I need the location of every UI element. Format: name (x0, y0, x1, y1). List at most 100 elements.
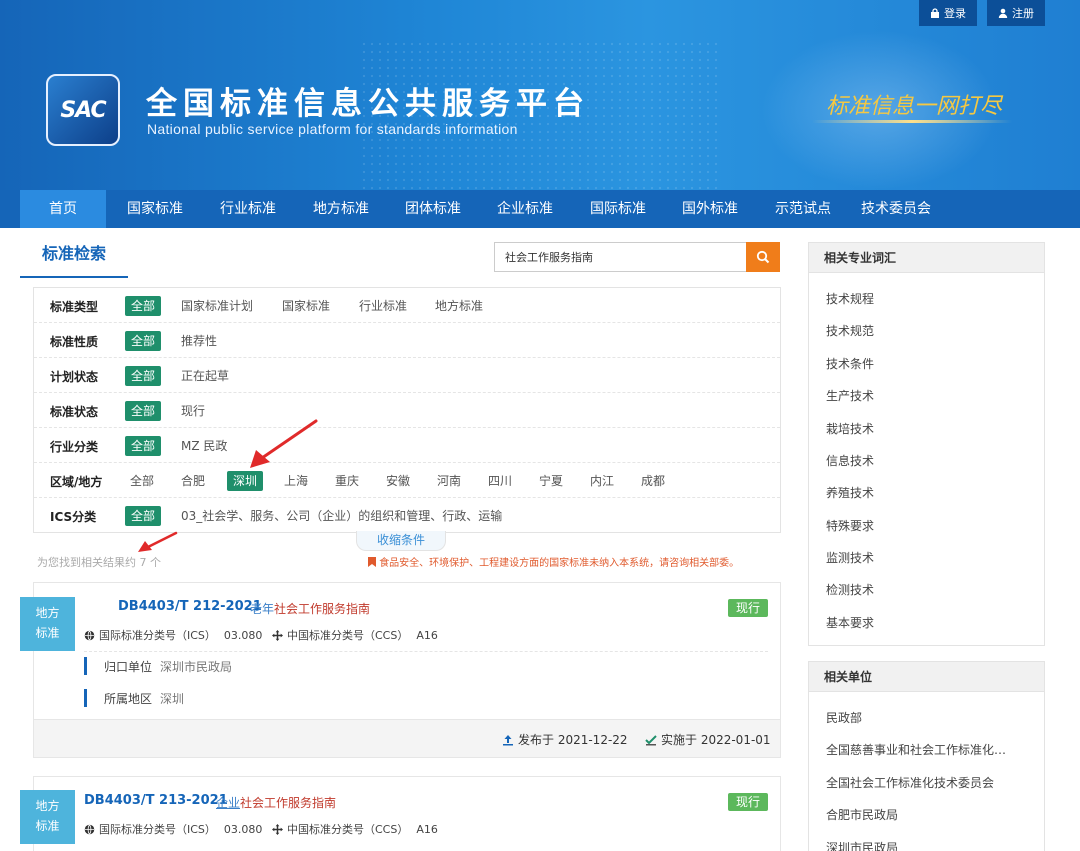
nav-item-international[interactable]: 国际标准 (575, 190, 661, 228)
ccs-classification: 中国标准分类号（CCS） A16 (272, 821, 438, 837)
filter-option[interactable]: 地方标准 (435, 296, 483, 316)
filter-option-selected[interactable]: 全部 (125, 436, 162, 456)
filter-option[interactable]: 安徽 (386, 471, 410, 491)
sac-logo[interactable]: SAC (46, 74, 120, 146)
title-prefix: 企业 (216, 796, 241, 810)
term-item[interactable]: 技术规范 (826, 322, 1026, 339)
filter-option[interactable]: 四川 (488, 471, 512, 491)
slogan-underline (812, 120, 1012, 123)
term-item[interactable]: 信息技术 (826, 452, 1026, 469)
nav-item-pilot[interactable]: 示范试点 (760, 190, 846, 228)
filter-option[interactable]: 正在起草 (181, 366, 229, 386)
standard-number[interactable]: DB4403/T 213-2021 (84, 793, 228, 808)
filter-row-ics: ICS分类 全部 03_社会学、服务、公司（企业）的组织和管理、行政、运输 (34, 498, 780, 533)
filter-row-nature: 标准性质 全部 推荐性 (34, 323, 780, 358)
filter-option[interactable]: 国家标准计划 (181, 296, 253, 316)
filter-option-selected[interactable]: 全部 (125, 506, 162, 526)
local-standard-tag: 地方 标准 (20, 597, 75, 651)
login-button[interactable]: 登录 (919, 0, 977, 26)
collapse-filters-button[interactable]: 收缩条件 (356, 531, 446, 551)
org-item[interactable]: 合肥市民政局 (826, 806, 1026, 823)
nav-item-foreign[interactable]: 国外标准 (667, 190, 753, 228)
org-item[interactable]: 深圳市民政局 (826, 839, 1026, 851)
related-terms-title: 相关专业词汇 (809, 243, 1044, 273)
logo-text: SAC (60, 97, 106, 123)
ccs-value: A16 (416, 822, 438, 836)
term-item[interactable]: 特殊要求 (826, 517, 1026, 534)
divider (84, 651, 768, 652)
filter-row-plan-status: 计划状态 全部 正在起草 (34, 358, 780, 393)
term-item[interactable]: 检测技术 (826, 581, 1026, 598)
filter-option-selected[interactable]: 全部 (125, 331, 162, 351)
filter-option[interactable]: 成都 (641, 471, 665, 491)
region-value: 深圳 (160, 692, 185, 706)
filter-row-industry: 行业分类 全部 MZ 民政 (34, 428, 780, 463)
search-icon (756, 250, 770, 264)
filter-option[interactable]: 合肥 (181, 471, 205, 491)
term-item[interactable]: 技术条件 (826, 355, 1026, 372)
tab-standard-search[interactable]: 标准检索 (20, 240, 128, 278)
filter-option-selected[interactable]: 深圳 (227, 471, 264, 491)
term-item[interactable]: 生产技术 (826, 387, 1026, 404)
org-item[interactable]: 民政部 (826, 709, 1026, 726)
register-button[interactable]: 注册 (987, 0, 1045, 26)
filter-option[interactable]: MZ 民政 (181, 436, 227, 456)
filter-option-selected[interactable]: 全部 (125, 296, 162, 316)
site-subtitle: National public service platform for sta… (147, 121, 518, 137)
check-icon (645, 734, 657, 745)
nav-item-committee[interactable]: 技术委员会 (852, 190, 940, 228)
search-button[interactable] (746, 242, 780, 272)
filter-option-selected[interactable]: 全部 (125, 366, 162, 386)
related-orgs-title: 相关单位 (809, 662, 1044, 692)
filter-option[interactable]: 全部 (130, 471, 154, 491)
status-badge: 现行 (728, 793, 768, 811)
org-item[interactable]: 全国慈善事业和社会工作标准化… (826, 741, 1026, 758)
term-item[interactable]: 监测技术 (826, 549, 1026, 566)
filter-option[interactable]: 重庆 (335, 471, 359, 491)
nav-item-industry[interactable]: 行业标准 (205, 190, 291, 228)
filter-option[interactable]: 宁夏 (539, 471, 563, 491)
filter-option[interactable]: 03_社会学、服务、公司（企业）的组织和管理、行政、运输 (181, 506, 502, 526)
filter-option[interactable]: 行业标准 (359, 296, 407, 316)
header-banner: SAC 全国标准信息公共服务平台 National public service… (0, 0, 1080, 190)
nav-item-local[interactable]: 地方标准 (298, 190, 384, 228)
filter-option[interactable]: 内江 (590, 471, 614, 491)
tag-line: 地方 (35, 606, 60, 620)
filter-label: 区域/地方 (50, 475, 103, 489)
status-badge: 现行 (728, 599, 768, 617)
filter-option[interactable]: 国家标准 (282, 296, 330, 316)
local-standard-tag: 地方 标准 (20, 790, 75, 844)
filter-option[interactable]: 河南 (437, 471, 461, 491)
notice-text: 食品安全、环境保护、工程建设方面的国家标准未纳入本系统，请咨询相关部委。 (379, 558, 740, 569)
tag-line: 标准 (35, 819, 60, 833)
standard-title[interactable]: 老年社会工作服务指南 (250, 600, 370, 617)
standard-number[interactable]: DB4403/T 212-2021 (118, 599, 262, 614)
term-item[interactable]: 养殖技术 (826, 484, 1026, 501)
ics-label: 国际标准分类号（ICS） (99, 629, 216, 642)
search-input[interactable] (494, 242, 746, 272)
term-item[interactable]: 基本要求 (826, 614, 1026, 631)
result-card: DB4403/T 212-2021 老年社会工作服务指南 现行 国际标准分类号（… (33, 582, 781, 758)
standard-title[interactable]: 企业社会工作服务指南 (216, 794, 336, 811)
lock-icon (931, 8, 939, 18)
filter-option[interactable]: 现行 (181, 401, 205, 421)
upload-icon (503, 734, 513, 745)
term-item[interactable]: 栽培技术 (826, 420, 1026, 437)
filter-option[interactable]: 推荐性 (181, 331, 217, 351)
result-card: DB4403/T 213-2021 企业社会工作服务指南 现行 国际标准分类号（… (33, 776, 781, 851)
tag-line: 标准 (35, 626, 60, 640)
nav-item-national[interactable]: 国家标准 (112, 190, 198, 228)
ics-classification: 国际标准分类号（ICS） 03.080 (84, 821, 262, 837)
filter-option-selected[interactable]: 全部 (125, 401, 162, 421)
org-item[interactable]: 全国社会工作标准化技术委员会 (826, 774, 1026, 791)
term-item[interactable]: 技术规程 (826, 290, 1026, 307)
nav-item-enterprise[interactable]: 企业标准 (482, 190, 568, 228)
filter-option[interactable]: 上海 (284, 471, 308, 491)
ccs-label: 中国标准分类号（CCS） (287, 629, 409, 642)
meta-bar (84, 657, 87, 675)
nav-item-home[interactable]: 首页 (20, 190, 106, 228)
publish-text: 发布于 2021-12-22 (518, 733, 628, 747)
nav-item-group[interactable]: 团体标准 (390, 190, 476, 228)
ccs-classification: 中国标准分类号（CCS） A16 (272, 627, 438, 643)
result-count: 为您找到相关结果约 7 个 (37, 556, 161, 569)
